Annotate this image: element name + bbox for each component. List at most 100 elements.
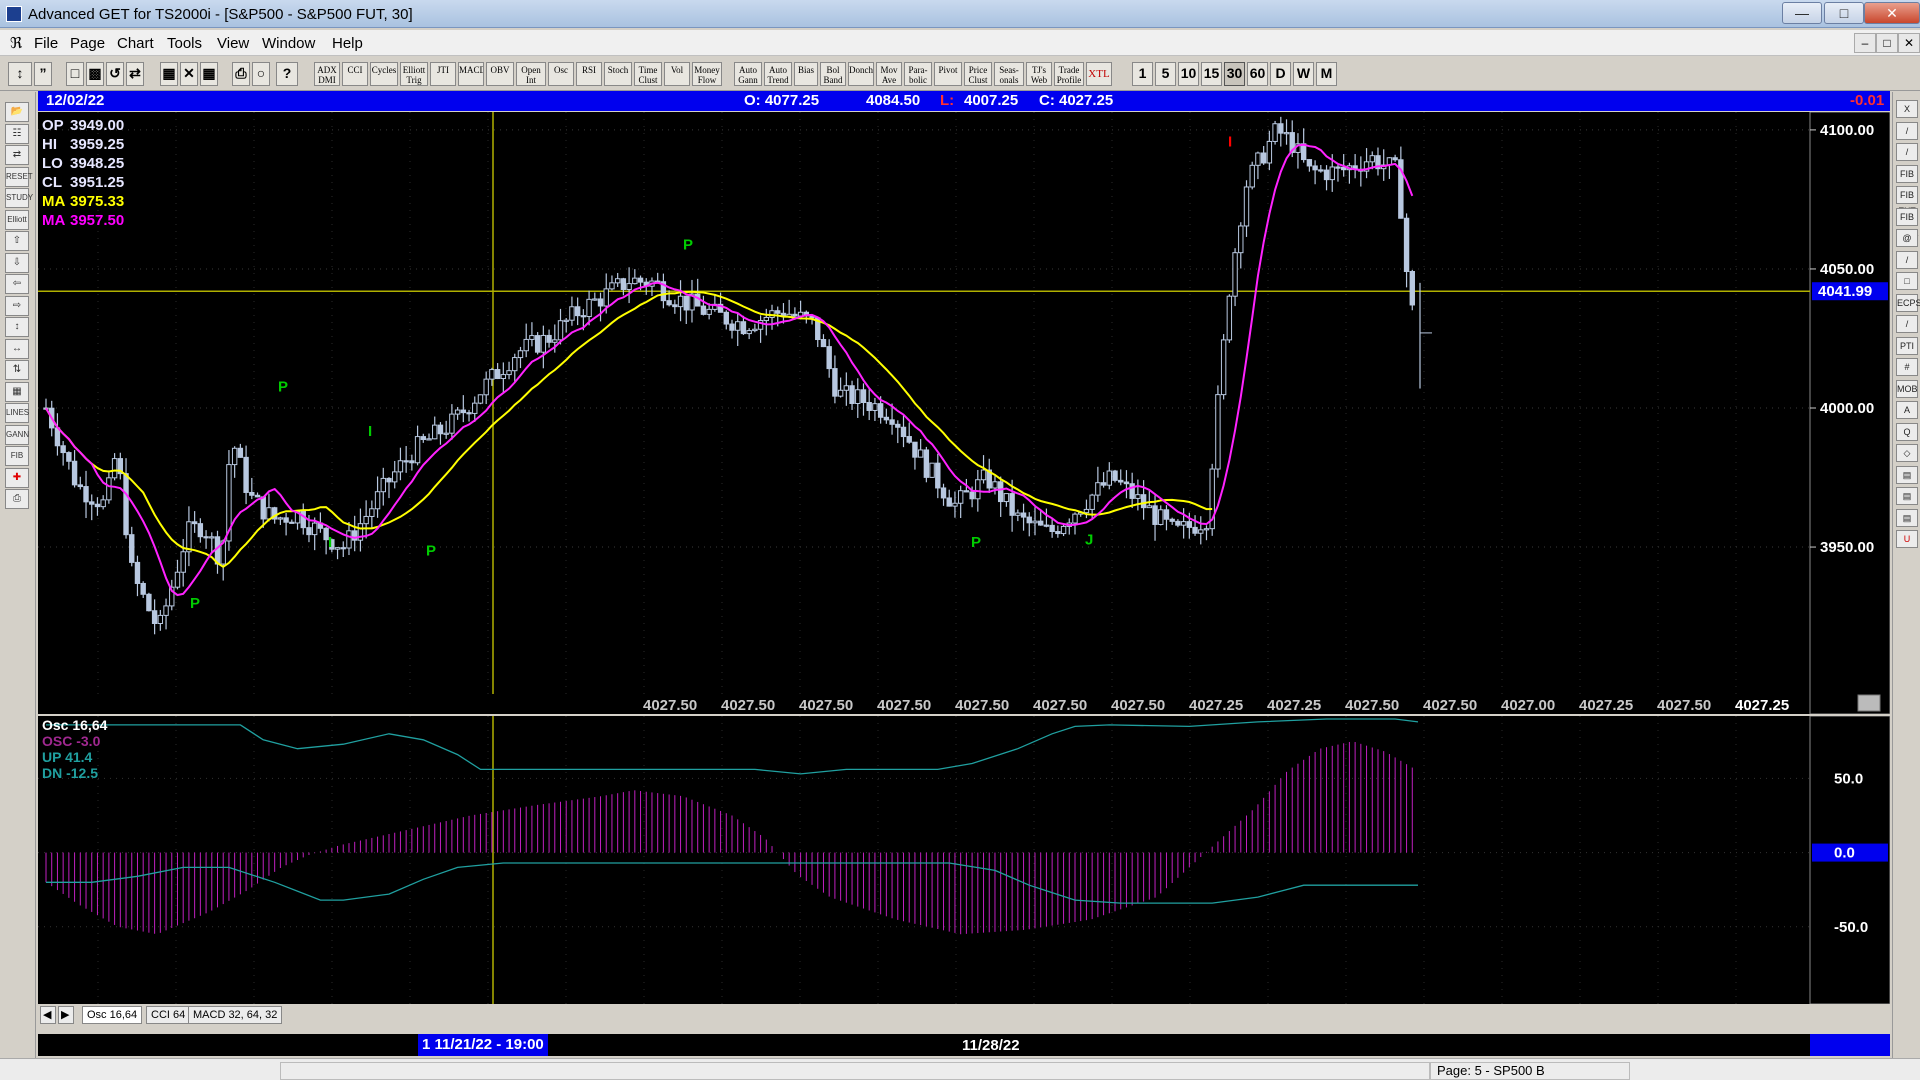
close-button[interactable]: ✕ [1864,2,1920,24]
delete-icon[interactable]: ✕ [180,62,198,86]
study-button-mov-ave[interactable]: Mov Ave [876,62,902,86]
menu-view[interactable]: View [217,35,249,52]
study-button-stoch[interactable]: Stoch [604,62,632,86]
tab-macd[interactable]: MACD 32, 64, 32 [188,1006,283,1024]
right-tool-15-icon[interactable]: Q [1896,422,1918,441]
right-tool-6-icon[interactable]: @ [1896,229,1918,247]
contract-icon[interactable]: ⇅ [5,360,29,380]
refresh-icon[interactable]: ↺ [106,62,124,86]
right-tool-5-icon[interactable]: FIB TIME [1896,207,1919,238]
menu-window[interactable]: Window [262,35,315,52]
right-tool-4-icon[interactable]: FIB EXT [1896,186,1918,216]
mdi-minimize-button[interactable]: – [1854,33,1876,53]
right-tool-11-icon[interactable]: PTI [1896,336,1918,355]
pointer-icon[interactable]: ↕ [8,62,32,86]
study-button-osc[interactable]: Osc [548,62,574,86]
tab-cci[interactable]: CCI 64 [146,1006,191,1024]
right-tool-18-icon[interactable]: ▤ [1896,487,1918,505]
study-button-rsi[interactable]: RSI [576,62,602,86]
right-tool-19-icon[interactable]: ▤ [1896,508,1918,527]
interval-button-10[interactable]: 10 [1178,62,1199,86]
interval-button-w[interactable]: W [1293,62,1314,86]
menu-page[interactable]: Page [70,35,105,52]
tab-scroll-left-icon[interactable]: ◀ [40,1006,56,1024]
study-button-pivot[interactable]: Pivot [934,62,962,86]
crosshair-icon[interactable]: ✚ [5,467,29,488]
study-button-macd[interactable]: MACD [458,62,484,86]
link-icon[interactable]: ⇄ [126,62,144,86]
right-tool-7-icon[interactable]: / [1896,250,1918,269]
elliott-icon[interactable]: Elliott [5,209,29,230]
lines-icon[interactable]: LINES [5,403,29,423]
interval-button-30[interactable]: 30 [1224,62,1245,86]
study-button-open-int[interactable]: Open Int [516,62,546,86]
right-tool-1-icon[interactable]: / [1896,121,1918,140]
mdi-close-button[interactable]: ✕ [1898,33,1920,53]
menu-chart[interactable]: Chart [117,35,154,52]
minimize-button[interactable]: — [1782,2,1822,24]
study-button-adx-dmi[interactable]: ADX DMI [314,62,340,86]
open-folder-icon[interactable]: 📂 [5,102,29,122]
study-button-obv[interactable]: OBV [486,62,514,86]
study-button-auto-gann[interactable]: Auto Gann [734,62,762,86]
study-button-xtl[interactable]: XTL [1086,62,1112,86]
tab-scroll-right-icon[interactable]: ▶ [58,1006,74,1024]
gann-icon[interactable]: GANN [5,424,29,445]
study-button-seas-onals[interactable]: Seas-onals [994,62,1024,86]
grid-icon[interactable]: ▦ [5,381,29,402]
help-cursor-icon[interactable]: ? [276,62,298,86]
tile-icon[interactable]: ▦ [200,62,218,86]
menu-tools[interactable]: Tools [167,35,202,52]
right-tool-14-icon[interactable]: A [1896,401,1918,419]
study-icon[interactable]: STUDY [5,188,33,208]
reset-icon[interactable]: RESET [5,166,33,187]
menu-file[interactable]: File [34,35,58,52]
mdi-restore-button[interactable]: □ [1876,33,1898,53]
price-chart-panel[interactable]: 4100.00 4050.00 4000.00 3950.00 4041.99 P P I I P… [38,111,1891,715]
study-button-money-flow[interactable]: Money Flow [692,62,722,86]
maximize-button[interactable]: □ [1824,2,1864,24]
interval-button-5[interactable]: 5 [1155,62,1176,86]
right-tool-16-icon[interactable]: ◇ [1896,444,1918,462]
arrow-right-icon[interactable]: ⇨ [5,295,29,316]
menu-help[interactable]: Help [332,35,363,52]
interval-button-d[interactable]: D [1270,62,1291,86]
oscillator-panel[interactable]: 50.0 0.0 -50.0 Osc 16,64 OSC -3.0 UP 41.4 DN -… [38,715,1891,1005]
right-tool-3-icon[interactable]: FIB RET [1896,164,1918,195]
study-button-bias[interactable]: Bias [794,62,818,86]
study-button-trade-profile[interactable]: Trade Profile [1054,62,1084,86]
oscillator-chart[interactable]: 50.0 0.0 -50.0 Osc 16,64OSC -3.0UP 41.4DN -… [38,715,1891,1005]
printer-icon[interactable]: ⎙ [232,62,250,86]
arrow-down-icon[interactable]: ⇩ [5,252,29,273]
interval-button-1[interactable]: 1 [1132,62,1153,86]
right-tool-20-icon[interactable]: U [1896,530,1918,548]
interval-button-15[interactable]: 15 [1201,62,1222,86]
interval-button-60[interactable]: 60 [1247,62,1268,86]
right-tool-17-icon[interactable]: ▤ [1896,465,1918,484]
right-tool-12-icon[interactable]: # [1896,358,1918,376]
layout-icon[interactable]: ▦ [160,62,178,86]
quote-icon[interactable]: ” [34,62,52,86]
compress-icon[interactable]: ⇄ [5,145,29,165]
study-button-elliott-trig[interactable]: Elliott Trig [400,62,428,86]
interval-button-m[interactable]: M [1316,62,1337,86]
tab-osc[interactable]: Osc 16,64 [82,1006,143,1024]
study-button-cci[interactable]: CCI [342,62,368,86]
document-icon[interactable]: ℜ [10,34,22,52]
right-tool-9-icon[interactable]: ECPS [1896,293,1920,312]
study-button-price-clust[interactable]: Price Clust [964,62,992,86]
study-button-jti[interactable]: JTI [430,62,456,86]
bulb-icon[interactable]: ○ [252,62,270,86]
price-chart[interactable]: 4100.00 4050.00 4000.00 3950.00 4041.99 P P I I P… [38,111,1891,715]
right-tool-0-icon[interactable]: X [1896,100,1918,118]
study-button-auto-trend[interactable]: Auto Trend [764,62,792,86]
study-button-tj-s-web[interactable]: TJ's Web [1026,62,1052,86]
print-icon[interactable]: ⎙ [5,489,29,509]
zoom-in-icon[interactable]: ☷ [5,123,29,144]
arrow-up-icon[interactable]: ⇧ [5,231,29,251]
study-button-cycles[interactable]: Cycles [370,62,398,86]
expand-icon[interactable]: ↔ [5,338,29,359]
right-tool-13-icon[interactable]: MOB [1896,379,1918,398]
copy-icon[interactable]: ▩ [86,62,104,86]
right-tool-10-icon[interactable]: / [1896,315,1918,333]
